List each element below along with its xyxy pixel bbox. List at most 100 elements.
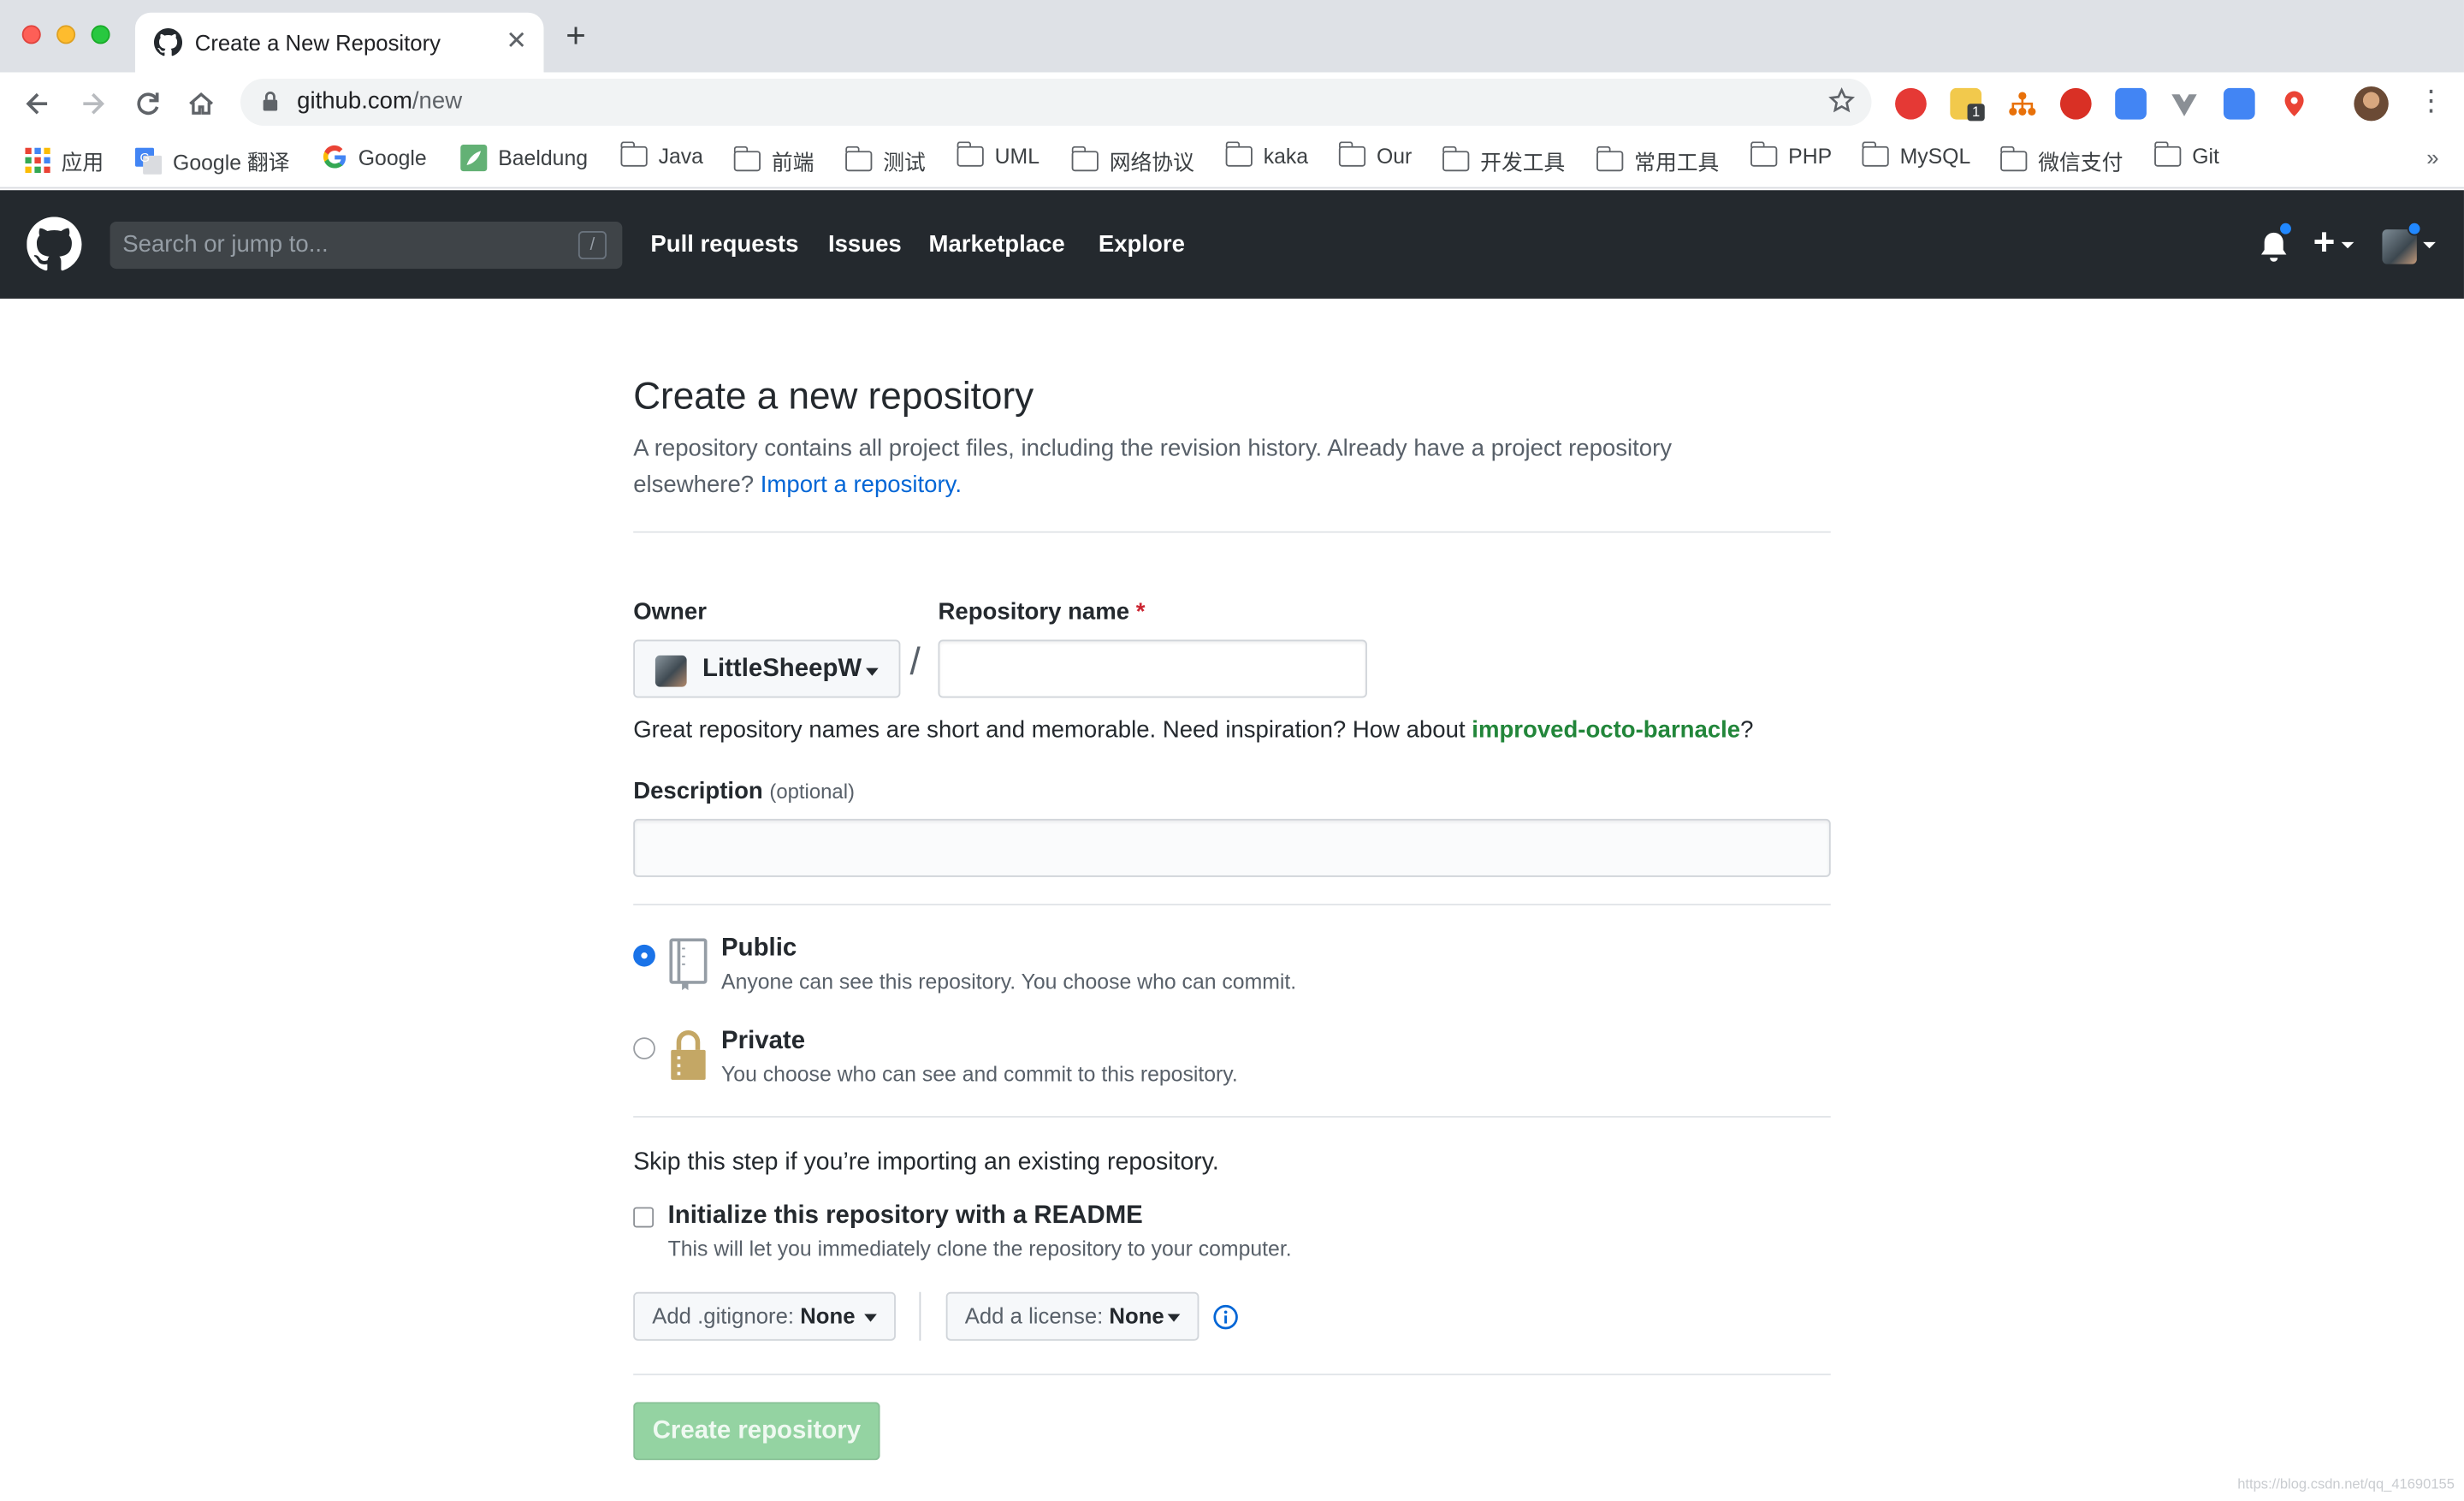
- owner-label: Owner: [633, 598, 707, 626]
- readme-checkbox[interactable]: [633, 1207, 654, 1228]
- create-new-caret-icon[interactable]: [2341, 241, 2354, 249]
- folder-icon: [1861, 141, 1889, 167]
- sitemap-extension-icon[interactable]: [2006, 88, 2038, 120]
- folder-icon: [1750, 141, 1778, 167]
- bookmark-label: PHP: [1788, 144, 1833, 169]
- public-radio[interactable]: [633, 944, 655, 967]
- folder-icon: [732, 145, 761, 171]
- divider: [633, 1373, 1831, 1376]
- gitignore-select[interactable]: Add .gitignore: None: [633, 1291, 896, 1341]
- create-new-plus-icon[interactable]: +: [2313, 222, 2336, 265]
- import-repository-link[interactable]: Import a repository.: [761, 472, 962, 498]
- private-radio[interactable]: [633, 1037, 655, 1059]
- nav-issues[interactable]: Issues: [828, 231, 902, 258]
- browser-titlebar: Create a New Repository ✕ +: [0, 0, 2464, 73]
- gitignore-label: Add .gitignore:: [652, 1302, 795, 1329]
- location-extension-icon[interactable]: [2278, 88, 2310, 120]
- repository-name-input[interactable]: [938, 639, 1367, 698]
- bookmark-folder-our[interactable]: Our: [1337, 141, 1412, 169]
- new-tab-plus-icon[interactable]: +: [566, 18, 586, 52]
- bookmark-folder-test[interactable]: 测试: [844, 145, 926, 176]
- forward-arrow-icon[interactable]: [77, 88, 109, 120]
- bookmark-folder-tools[interactable]: 常用工具: [1596, 145, 1719, 176]
- url-text: github.com/new: [297, 87, 463, 116]
- bookmark-label: kaka: [1263, 144, 1309, 169]
- refresh-extension-icon[interactable]: [2059, 87, 2092, 120]
- bookmark-folder-java[interactable]: Java: [619, 141, 703, 169]
- bookmark-apps[interactable]: 应用: [25, 145, 104, 176]
- address-bar[interactable]: github.com/new: [240, 78, 1872, 126]
- folder-icon: [1596, 145, 1624, 171]
- bookmark-google[interactable]: Google: [323, 145, 427, 169]
- divider: [633, 1116, 1831, 1118]
- tab-close-icon[interactable]: ✕: [506, 25, 527, 56]
- bookmark-folder-git[interactable]: Git: [2153, 141, 2219, 169]
- lock-icon[interactable]: [263, 92, 278, 112]
- browser-tab-active[interactable]: Create a New Repository ✕: [134, 12, 544, 73]
- bookmark-folder-kaka[interactable]: kaka: [1224, 141, 1309, 169]
- github-search-input[interactable]: Search or jump to... /: [110, 221, 623, 270]
- edit-extension-icon[interactable]: [2115, 87, 2147, 120]
- folder-icon: [956, 141, 984, 167]
- create-repository-button[interactable]: Create repository: [633, 1402, 880, 1461]
- select-separator: [919, 1291, 921, 1341]
- skip-step-note: Skip this step if you’re importing an ex…: [633, 1148, 1219, 1176]
- owner-dropdown-button[interactable]: LittleSheepW: [633, 639, 901, 698]
- browser-profile-avatar[interactable]: [2354, 86, 2389, 122]
- owner-name: LittleSheepW: [702, 655, 862, 683]
- bookmark-label: 常用工具: [1634, 151, 1720, 175]
- bookmark-folder-php[interactable]: PHP: [1750, 141, 1833, 169]
- github-favicon-icon: [153, 28, 183, 56]
- description-input[interactable]: [633, 818, 1831, 877]
- notes-extension-icon[interactable]: 1: [1950, 87, 1985, 122]
- bookmark-folder-uml[interactable]: UML: [956, 141, 1040, 169]
- bookmark-label: Git: [2192, 144, 2219, 169]
- notification-indicator-dot: [2278, 221, 2293, 236]
- bookmark-folder-network[interactable]: 网络协议: [1070, 145, 1194, 176]
- info-icon[interactable]: [1213, 1304, 1238, 1330]
- license-select[interactable]: Add a license: None: [945, 1291, 1199, 1341]
- bookmark-google-translate[interactable]: G Google 翻译: [134, 145, 290, 176]
- bookmark-label: 微信支付: [2038, 151, 2123, 175]
- bookmark-folder-mysql[interactable]: MySQL: [1861, 141, 1970, 169]
- public-title: Public: [721, 934, 797, 963]
- folder-icon: [1224, 141, 1253, 167]
- suggested-name-link[interactable]: improved-octo-barnacle: [1472, 717, 1740, 744]
- back-arrow-icon[interactable]: [22, 88, 54, 120]
- license-caret-icon: [1167, 1314, 1181, 1322]
- bookmark-folder-frontend[interactable]: 前端: [732, 145, 814, 176]
- user-menu-caret-icon[interactable]: [2423, 241, 2436, 249]
- bookmark-label: 应用: [61, 151, 104, 175]
- bookmark-label: 前端: [771, 151, 814, 175]
- browser-toolbar: github.com/new 1 ⋮: [0, 72, 2464, 135]
- page-lead: A repository contains all project files,…: [633, 435, 1673, 499]
- bookmark-folder-wechatpay[interactable]: 微信支付: [1999, 145, 2123, 176]
- repository-name-label: Repository name *: [938, 598, 1146, 626]
- bookmarks-overflow-icon[interactable]: »: [2426, 145, 2438, 169]
- nav-pull-requests[interactable]: Pull requests: [650, 231, 798, 258]
- license-value: None: [1109, 1302, 1164, 1329]
- vue-devtools-icon[interactable]: [2169, 88, 2200, 120]
- minimize-window-button[interactable]: [56, 25, 76, 44]
- maximize-window-button[interactable]: [91, 25, 110, 44]
- bookmark-folder-devtools[interactable]: 开发工具: [1442, 145, 1565, 176]
- bookmark-label: Google 翻译: [173, 151, 290, 175]
- required-asterisk: *: [1135, 598, 1146, 626]
- baeldung-icon: [460, 144, 488, 172]
- owner-avatar: [654, 655, 687, 687]
- bookmark-star-icon[interactable]: [1827, 86, 1856, 115]
- home-icon[interactable]: [186, 88, 217, 120]
- lock-icon: [671, 1030, 706, 1080]
- name-suggestion-hint: Great repository names are short and mem…: [633, 716, 1754, 744]
- browser-menu-icon[interactable]: ⋮: [2417, 85, 2445, 116]
- google-icon: [323, 145, 346, 169]
- owner-caret-icon: [866, 667, 879, 676]
- close-window-button[interactable]: [21, 25, 41, 44]
- adblock-extension-icon[interactable]: [1895, 87, 1927, 120]
- reload-icon[interactable]: [132, 88, 163, 120]
- translate-extension-icon[interactable]: [2223, 87, 2255, 120]
- github-logo-icon[interactable]: [27, 217, 82, 271]
- nav-explore[interactable]: Explore: [1099, 231, 1185, 258]
- nav-marketplace[interactable]: Marketplace: [928, 231, 1064, 258]
- bookmark-baeldung[interactable]: Baeldung: [460, 144, 588, 172]
